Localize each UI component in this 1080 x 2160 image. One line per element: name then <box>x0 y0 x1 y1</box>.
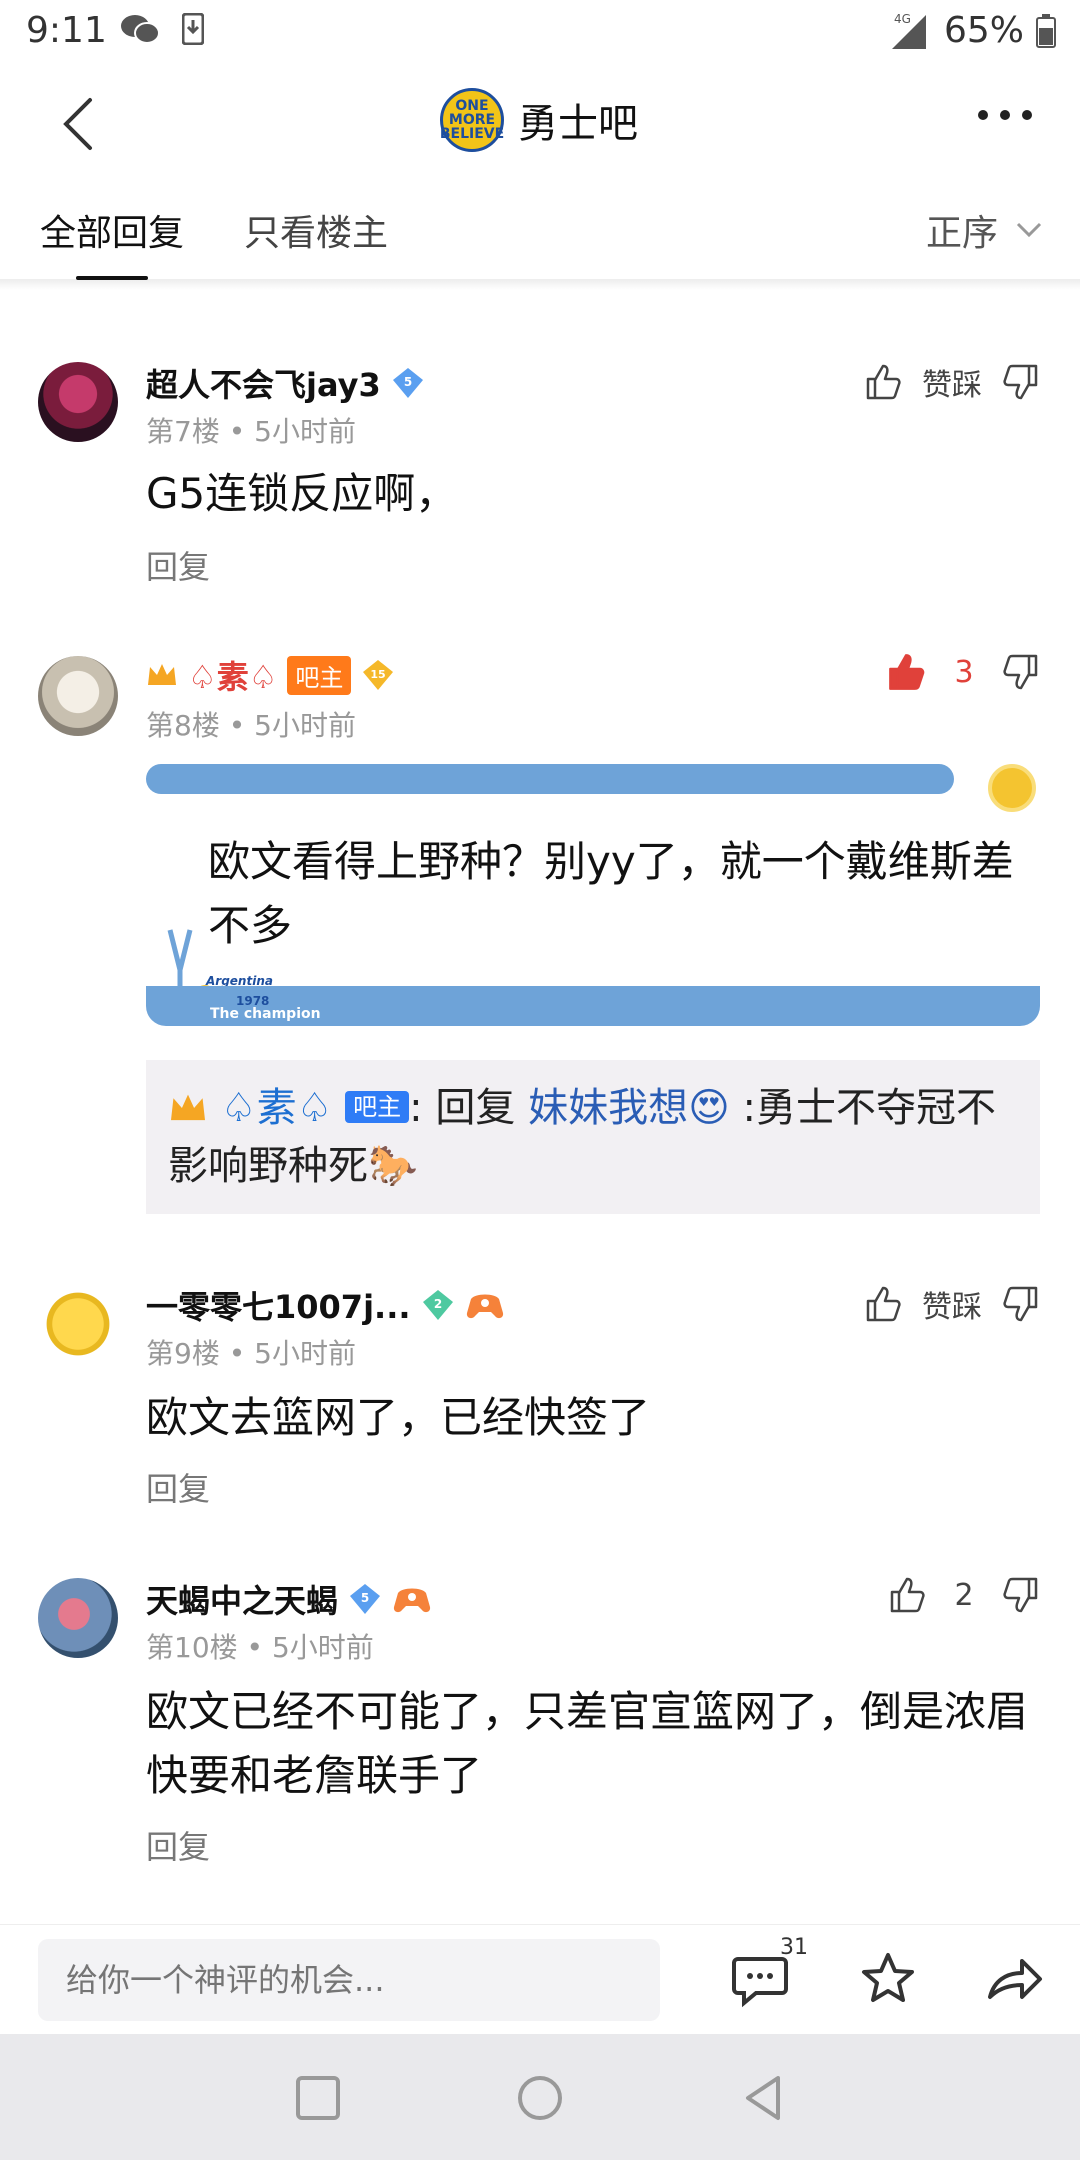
avatar[interactable] <box>38 656 118 736</box>
forum-title[interactable]: ONE MORE BELIEVE 勇士吧 <box>440 88 638 152</box>
thumb-down-icon[interactable] <box>1002 1576 1040 1614</box>
crown-icon <box>148 664 176 685</box>
username[interactable]: ♤素♤ 吧主 15 <box>146 652 395 698</box>
post-time: 5小时前 <box>254 1337 356 1370</box>
post-time: 5小时前 <box>271 1631 374 1664</box>
vote-controls: 赞踩 <box>864 360 1040 404</box>
reply-tabs: 全部回复 只看楼主 正序 <box>0 184 1080 280</box>
svg-text:5: 5 <box>404 375 412 389</box>
vote-label: 赞踩 <box>922 1290 982 1325</box>
status-bar: 9:11 4G 65% <box>0 0 1080 64</box>
post-meta: 第9楼 • 5小时前 <box>146 1337 356 1370</box>
more-icon[interactable] <box>978 110 1032 120</box>
tab-all-replies[interactable]: 全部回复 <box>40 204 184 256</box>
floor-number: 第8楼 <box>146 709 220 742</box>
theme-champion-text: The champion <box>210 1006 321 1022</box>
post-time: 5小时前 <box>254 709 356 742</box>
username[interactable]: 天蝎中之天蝎 5 <box>146 1576 432 1622</box>
quoted-username[interactable]: ♤素♤ <box>221 1085 333 1131</box>
system-nav-bar <box>0 2034 1080 2160</box>
like-count: 3 <box>954 654 974 690</box>
star-icon[interactable] <box>858 1949 918 2009</box>
post-meta: 第8楼 • 5小时前 <box>146 709 356 742</box>
post-meta: 第10楼 • 5小时前 <box>146 1631 374 1664</box>
vote-controls: 3 <box>886 652 1040 692</box>
thumb-up-icon[interactable] <box>886 652 926 692</box>
post-time: 5小时前 <box>254 415 356 448</box>
reply-link[interactable]: 回复 <box>146 542 210 588</box>
reply-prefix: 回复 <box>435 1085 516 1131</box>
moderator-badge: 吧主 <box>345 1091 410 1123</box>
username[interactable]: 超人不会飞jay3 5 <box>146 360 425 406</box>
thumb-up-icon[interactable] <box>864 363 902 401</box>
svg-text:4G: 4G <box>894 12 911 26</box>
moderator-badge: 吧主 <box>287 655 352 695</box>
vote-controls: 赞踩 <box>864 1282 1040 1326</box>
tab-op-only[interactable]: 只看楼主 <box>244 204 388 256</box>
thumb-down-icon[interactable] <box>1002 363 1040 401</box>
comment-count: 31 <box>780 1935 808 1960</box>
post-content: 欧文看得上野种？别yy了，就一个戴维斯差不多 <box>208 837 1014 950</box>
reply-target-user[interactable]: 妹妹我想😍 <box>528 1085 730 1131</box>
post-meta: 第7楼 • 5小时前 <box>146 415 356 448</box>
floor-number: 第7楼 <box>146 415 220 448</box>
thumb-down-icon[interactable] <box>1002 653 1040 691</box>
back-arrow-icon[interactable] <box>52 94 112 154</box>
svg-text:15: 15 <box>371 668 386 681</box>
recent-apps-icon[interactable] <box>292 2072 344 2124</box>
svg-text:5: 5 <box>361 1591 369 1605</box>
tabs-shadow <box>0 280 1080 290</box>
forum-name: 勇士吧 <box>518 101 638 147</box>
post-theme-banner-top <box>146 764 954 794</box>
chevron-down-icon <box>1016 222 1042 238</box>
wechat-icon <box>121 15 160 44</box>
avatar[interactable] <box>38 1578 118 1658</box>
sort-order-label: 正序 <box>925 213 998 254</box>
battery-icon <box>1036 13 1056 48</box>
like-count: 2 <box>954 1577 974 1613</box>
sort-order-dropdown[interactable]: 正序 <box>926 204 1042 256</box>
battery-percent: 65% <box>943 10 1024 51</box>
vote-label: 赞踩 <box>922 368 982 403</box>
back-nav-icon[interactable] <box>738 2072 790 2124</box>
comment-input[interactable] <box>38 1939 660 2021</box>
reply-link[interactable]: 回复 <box>146 1822 210 1868</box>
post-content: 欧文去篮网了，已经快签了 <box>146 1393 651 1442</box>
floor-number: 第10楼 <box>146 1631 238 1664</box>
sun-emblem-icon <box>988 764 1036 812</box>
top-nav-bar: ONE MORE BELIEVE 勇士吧 <box>0 64 1080 184</box>
status-notification-icons <box>120 12 204 46</box>
game-badge-icon <box>466 1294 503 1319</box>
thumb-up-icon[interactable] <box>888 1576 926 1614</box>
reply-link[interactable]: 回复 <box>146 1464 210 1510</box>
level-diamond-icon: 15 <box>363 660 394 690</box>
avatar[interactable] <box>38 362 118 442</box>
signal-icon: 4G <box>891 12 926 49</box>
quoted-reply[interactable]: ♤素♤ 吧主: 回复 妹妹我想😍 :勇士不夺冠不影响野种死🐎 <box>146 1060 1040 1214</box>
username[interactable]: 一零零七1007j... 2 <box>146 1282 505 1328</box>
vote-controls: 2 <box>888 1576 1040 1614</box>
level-diamond-icon: 5 <box>392 368 423 398</box>
post-content: 欧文已经不可能了，只差官宣篮网了，倒是浓眉快要和老詹联手了 <box>146 1687 1029 1800</box>
avatar[interactable] <box>38 1284 118 1364</box>
floor-number: 第9楼 <box>146 1337 220 1370</box>
post-content: G5连锁反应啊， <box>146 469 458 518</box>
forum-logo: ONE MORE BELIEVE <box>440 88 504 152</box>
level-diamond-icon: 5 <box>350 1584 381 1614</box>
download-icon <box>182 13 204 45</box>
crown-icon <box>171 1094 205 1121</box>
game-badge-icon <box>393 1588 431 1613</box>
thumb-up-icon[interactable] <box>864 1285 902 1323</box>
level-diamond-icon: 2 <box>422 1290 453 1320</box>
thumb-down-icon[interactable] <box>1002 1285 1040 1323</box>
svg-text:2: 2 <box>433 1297 441 1311</box>
comment-bar: 31 <box>0 1924 1080 2034</box>
home-icon[interactable] <box>514 2072 566 2124</box>
share-icon[interactable] <box>984 1949 1044 2009</box>
status-time: 9:11 <box>26 10 107 51</box>
